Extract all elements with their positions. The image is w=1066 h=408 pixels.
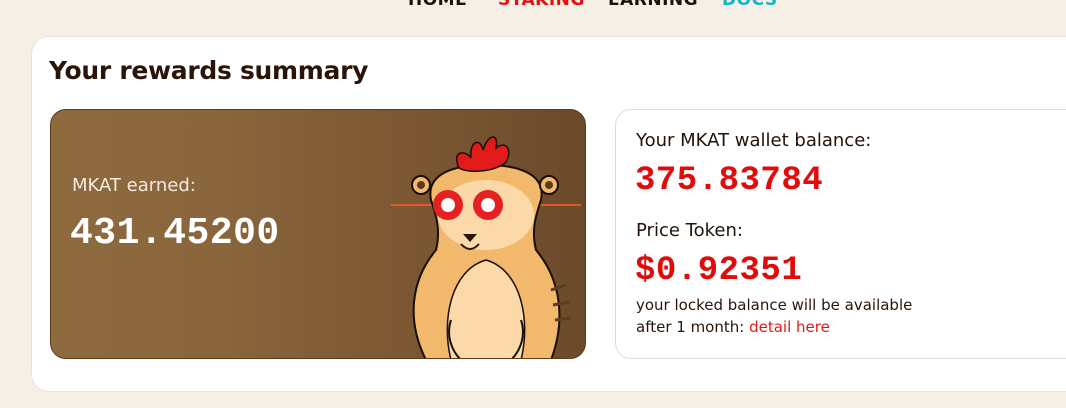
locked-balance-note-line2: after 1 month: detail here — [636, 318, 830, 336]
page-title: Your rewards summary — [49, 56, 369, 85]
mkat-earned-label: MKAT earned: — [72, 175, 196, 196]
price-token-label: Price Token: — [636, 220, 743, 241]
wallet-balance-value: 375.83784 — [635, 162, 824, 200]
locked-balance-note-prefix: after 1 month: — [636, 318, 750, 336]
locked-balance-note: your locked balance will be available — [636, 296, 913, 314]
detail-here-link[interactable]: detail here — [749, 318, 830, 336]
nav-item-earning[interactable]: EARNING — [608, 0, 698, 10]
top-nav: HOME STAKING EARNING DOCS — [0, 0, 1066, 14]
meerkat-mascot-icon — [391, 136, 581, 358]
nav-item-home[interactable]: HOME — [408, 0, 467, 10]
mkat-earned-card: MKAT earned: 431.45200 — [50, 109, 586, 359]
mkat-earned-value: 431.45200 — [70, 212, 280, 255]
nav-item-staking[interactable]: STAKING — [498, 0, 585, 10]
nav-item-docs[interactable]: DOCS — [722, 0, 778, 10]
wallet-balance-card: Your MKAT wallet balance: 375.83784 Pric… — [615, 109, 1066, 359]
wallet-balance-label: Your MKAT wallet balance: — [636, 130, 872, 151]
price-token-value: $0.92351 — [635, 252, 803, 290]
